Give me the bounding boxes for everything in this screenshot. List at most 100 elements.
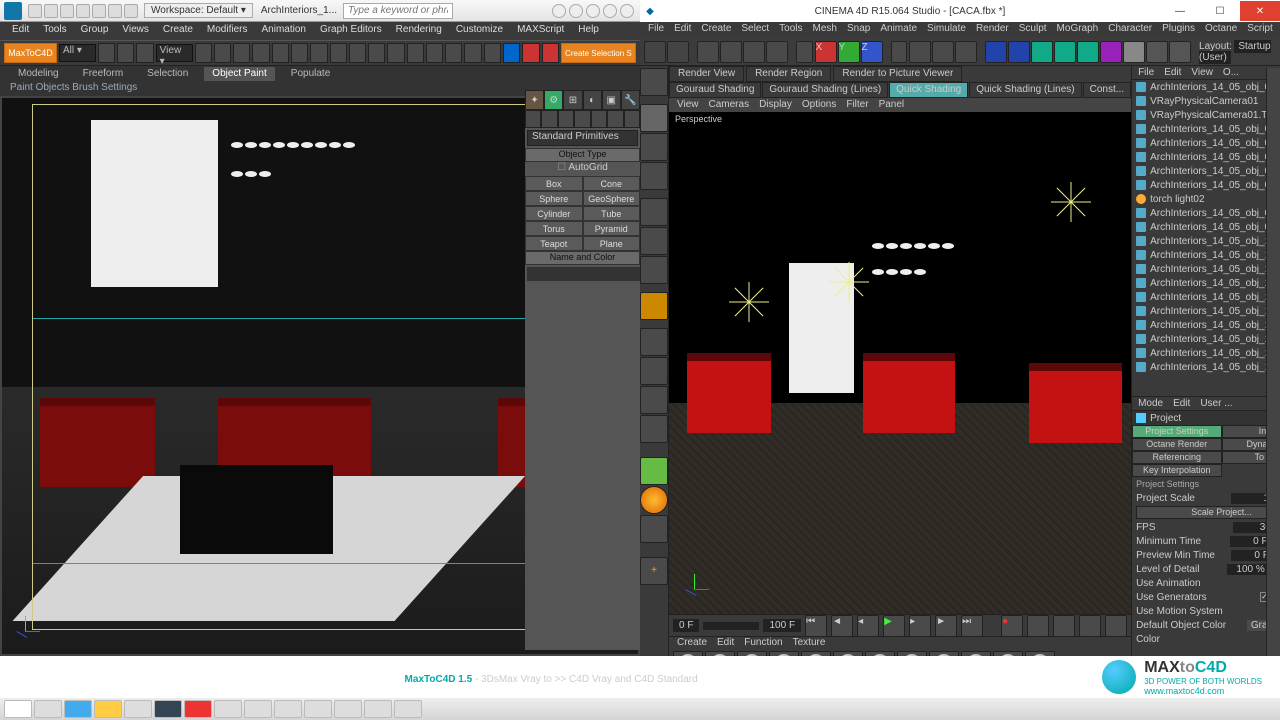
autogrid-check[interactable]: ☐ AutoGrid bbox=[525, 162, 640, 176]
prim-cylinder[interactable]: Cylinder bbox=[525, 206, 583, 221]
filter-all[interactable]: All ▾ bbox=[59, 44, 96, 62]
menu-views[interactable]: Views bbox=[122, 24, 149, 38]
tool-btn[interactable] bbox=[407, 43, 424, 63]
title-btn[interactable] bbox=[569, 4, 583, 18]
sub-btn[interactable] bbox=[541, 110, 557, 128]
shtab[interactable]: Gouraud Shading (Lines) bbox=[762, 82, 888, 98]
obj-item[interactable]: ArchInteriors_14_05_obj_13 bbox=[1132, 276, 1280, 290]
add-env[interactable] bbox=[1123, 41, 1145, 63]
menu-snap[interactable]: Snap bbox=[847, 23, 870, 37]
matmenu[interactable]: Texture bbox=[793, 637, 826, 649]
attrmenu[interactable]: User ... bbox=[1200, 398, 1232, 409]
octane-btn[interactable] bbox=[640, 486, 668, 514]
rotate-tool[interactable] bbox=[766, 41, 788, 63]
tool-btn[interactable] bbox=[445, 43, 462, 63]
obj-item[interactable]: ArchInteriors_14_05_obj_09 bbox=[1132, 220, 1280, 234]
sel-live[interactable] bbox=[697, 41, 719, 63]
tool-btn[interactable] bbox=[542, 43, 559, 63]
redo-btn[interactable] bbox=[667, 41, 689, 63]
prim-sphere[interactable]: Sphere bbox=[525, 191, 583, 206]
vpmenu-options[interactable]: Options bbox=[802, 99, 836, 111]
tab-hier[interactable]: ⊞ bbox=[563, 90, 582, 110]
obj-item[interactable]: ArchInteriors_14_05_obj_15 bbox=[1132, 304, 1280, 318]
render-view[interactable] bbox=[909, 41, 931, 63]
sub-btn[interactable] bbox=[624, 110, 640, 128]
render-pv[interactable] bbox=[932, 41, 954, 63]
tab-display[interactable]: ▣ bbox=[602, 90, 621, 110]
start-btn[interactable] bbox=[4, 700, 32, 718]
attrmenu[interactable]: Mode bbox=[1138, 398, 1163, 409]
task-btn[interactable] bbox=[214, 700, 242, 718]
task-btn[interactable] bbox=[184, 700, 212, 718]
tab-create[interactable]: ✦ bbox=[525, 90, 544, 110]
view-drop[interactable]: View ▾ bbox=[156, 44, 193, 62]
tool-btn[interactable] bbox=[464, 43, 481, 63]
val-min[interactable]: 0 F bbox=[1230, 536, 1270, 547]
add-gen[interactable] bbox=[1031, 41, 1053, 63]
task-btn[interactable] bbox=[64, 700, 92, 718]
add-def[interactable] bbox=[1100, 41, 1122, 63]
vpmenu-display[interactable]: Display bbox=[759, 99, 792, 111]
ommenu[interactable]: O... bbox=[1223, 67, 1239, 78]
rvtab[interactable]: Render Region bbox=[746, 66, 831, 82]
object-list[interactable]: ArchInteriors_14_05_obj_01VRayPhysicalCa… bbox=[1132, 80, 1280, 380]
menu-modifiers[interactable]: Modifiers bbox=[207, 24, 248, 38]
prim-geosphere[interactable]: GeoSphere bbox=[583, 191, 641, 206]
next-key[interactable]: ► bbox=[935, 615, 957, 637]
ribbon-modeling[interactable]: Modeling bbox=[10, 67, 67, 81]
vpmenu-filter[interactable]: Filter bbox=[846, 99, 868, 111]
app-icon[interactable]: ◆ bbox=[640, 6, 660, 17]
menu-plugins[interactable]: Plugins bbox=[1162, 23, 1195, 37]
close-btn[interactable]: ✕ bbox=[1240, 1, 1280, 21]
tweak-mode[interactable] bbox=[640, 328, 668, 356]
undo-btn[interactable] bbox=[644, 41, 666, 63]
menu-simulate[interactable]: Simulate bbox=[927, 23, 966, 37]
tab-motion[interactable]: ◐ bbox=[583, 90, 602, 110]
menu-octane[interactable]: Octane bbox=[1205, 23, 1237, 37]
ribbon-selection[interactable]: Selection bbox=[139, 67, 196, 81]
tab-modify[interactable]: ⚙ bbox=[544, 90, 563, 110]
vpmenu-cameras[interactable]: Cameras bbox=[709, 99, 750, 111]
tool-btn[interactable] bbox=[426, 43, 443, 63]
task-btn[interactable] bbox=[394, 700, 422, 718]
tool-btn[interactable] bbox=[252, 43, 269, 63]
sub-btn[interactable] bbox=[574, 110, 590, 128]
tool-btn[interactable] bbox=[291, 43, 308, 63]
task-btn[interactable] bbox=[304, 700, 332, 718]
help-search[interactable] bbox=[343, 3, 453, 19]
workspace-selector[interactable]: Workspace: Default ▾ bbox=[144, 3, 253, 18]
obj-item[interactable]: ArchInteriors_14_05_obj_01 bbox=[1132, 80, 1280, 94]
windows-taskbar[interactable] bbox=[0, 698, 1280, 720]
min-btn[interactable]: — bbox=[1160, 1, 1200, 21]
axis-mode[interactable] bbox=[640, 292, 668, 320]
menu-customize[interactable]: Customize bbox=[456, 24, 503, 38]
rvtab[interactable]: Render View bbox=[669, 66, 744, 82]
goto-start[interactable]: ⏮ bbox=[805, 615, 827, 637]
tool-btn[interactable] bbox=[195, 43, 212, 63]
model-mode[interactable] bbox=[640, 104, 668, 132]
axis-x[interactable]: X bbox=[815, 41, 837, 63]
obj-item[interactable]: ArchInteriors_14_05_obj_11 bbox=[1132, 248, 1280, 262]
menu-edit[interactable]: Edit bbox=[12, 24, 29, 38]
category-drop[interactable]: Standard Primitives bbox=[527, 130, 638, 146]
menu-maxscript[interactable]: MAXScript bbox=[517, 24, 564, 38]
app-icon[interactable] bbox=[4, 2, 22, 20]
vpmenu-panel[interactable]: Panel bbox=[879, 99, 905, 111]
prim-pyramid[interactable]: Pyramid bbox=[583, 221, 641, 236]
render-set[interactable] bbox=[955, 41, 977, 63]
plugin-btn2[interactable] bbox=[640, 515, 668, 543]
sub-btn[interactable] bbox=[607, 110, 623, 128]
title-btn[interactable] bbox=[620, 4, 634, 18]
menu-mograph[interactable]: MoGraph bbox=[1057, 23, 1099, 37]
menu-mesh[interactable]: Mesh bbox=[813, 23, 837, 37]
tool-btn[interactable] bbox=[503, 43, 520, 63]
locked-wp-btn[interactable] bbox=[640, 415, 668, 443]
shtab[interactable]: Quick Shading bbox=[889, 82, 968, 98]
sub-btn[interactable] bbox=[591, 110, 607, 128]
tool-btn[interactable] bbox=[272, 43, 289, 63]
brand-chip[interactable]: MaxToC4D bbox=[4, 43, 57, 63]
menu-sculpt[interactable]: Sculpt bbox=[1019, 23, 1047, 37]
menu-select[interactable]: Select bbox=[741, 23, 769, 37]
val-prev[interactable]: 0 F bbox=[1231, 550, 1271, 561]
qat-btn[interactable] bbox=[44, 4, 58, 18]
